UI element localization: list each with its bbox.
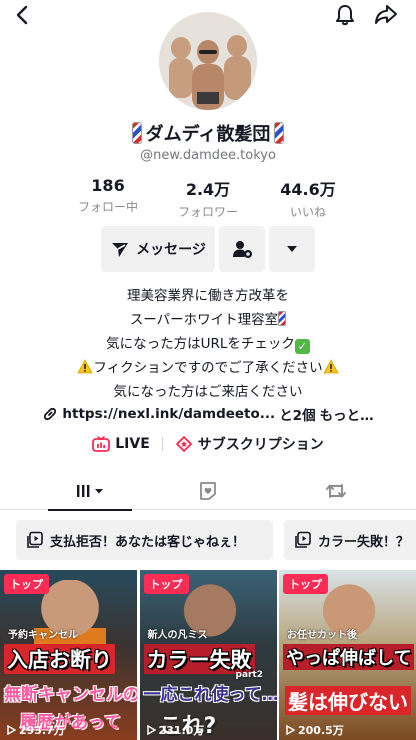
thumbnail-caption-big: やっぱ伸ばして bbox=[283, 644, 415, 670]
share-button[interactable] bbox=[371, 0, 401, 30]
tab-reposts[interactable] bbox=[318, 472, 354, 510]
pinned-badge: トップ bbox=[283, 574, 328, 594]
bio-link-row: https://nexl.ink/damdeeto... と2個 もっと… bbox=[0, 404, 416, 424]
view-count-value: 200.5万 bbox=[298, 724, 344, 737]
view-count: 293.7万 bbox=[6, 722, 65, 738]
subscription-label: サブスクリプション bbox=[197, 437, 324, 453]
videos-tab-icon bbox=[77, 485, 103, 497]
pill-divider bbox=[161, 437, 163, 451]
profile-pills: LIVE サブスクリプション bbox=[0, 434, 416, 454]
bio-line: 気になった方はURLをチェック ✓ bbox=[0, 332, 416, 356]
bio-line: 理美容業界に働き方改革を bbox=[0, 284, 416, 308]
play-icon bbox=[7, 725, 16, 735]
stat-label: いいね bbox=[289, 205, 326, 219]
bio-text: スーパーホワイト理容室 bbox=[129, 312, 279, 328]
thumbnail-caption-small: 新人の凡ミス bbox=[147, 630, 208, 641]
add-friend-button[interactable] bbox=[219, 226, 265, 272]
thumbnail-caption-small: 予約キャンセル bbox=[8, 630, 78, 641]
favorites-tab-icon bbox=[200, 482, 216, 500]
link-icon bbox=[44, 407, 57, 421]
play-icon bbox=[146, 725, 156, 735]
thumbnail-caption-big: 入店お断り bbox=[4, 644, 115, 674]
thumbnail-caption-sub: 一応これ使って… bbox=[143, 685, 277, 705]
bio-text: 理美容業界に働き方改革を bbox=[127, 288, 289, 304]
message-label: メッセージ bbox=[136, 242, 206, 258]
bio-text: 気になった方はご来店ください bbox=[113, 384, 303, 400]
stat-value: 2.4万 bbox=[185, 180, 231, 199]
barber-pole-icon bbox=[278, 311, 287, 326]
subscription-icon bbox=[175, 436, 192, 452]
display-name-row: ダムディ散髪団 bbox=[0, 120, 416, 146]
playlists-row: 支払拒否！あなたは客じゃねぇ！ カラー失敗！？ bbox=[16, 520, 416, 560]
bio: 理美容業界に働き方改革を スーパーホワイト理容室 気になった方はURLをチェック… bbox=[0, 284, 416, 404]
playlist-label: 支払拒否！あなたは客じゃねぇ！ bbox=[50, 534, 246, 550]
bio-line: 気になった方はご来店ください bbox=[0, 380, 416, 404]
bio-line: スーパーホワイト理容室 bbox=[0, 308, 416, 332]
playlist-chip[interactable]: 支払拒否！あなたは客じゃねぇ！ bbox=[16, 520, 273, 560]
pinned-badge: トップ bbox=[4, 574, 49, 594]
add-friend-icon bbox=[233, 241, 252, 258]
thumbnail-caption-sub: 無断キャンセルの bbox=[4, 685, 137, 705]
repost-tab-icon bbox=[326, 484, 346, 498]
playlist-label: カラー失敗！？ bbox=[318, 534, 410, 550]
pinned-badge: トップ bbox=[143, 574, 189, 594]
subscription-button[interactable]: サブスクリプション bbox=[175, 434, 324, 454]
dropdown-icon bbox=[287, 246, 297, 252]
tab-favorites[interactable] bbox=[190, 472, 226, 510]
tab-videos[interactable] bbox=[48, 472, 132, 511]
video-thumbnail[interactable]: トップ お任せカット後 やっぱ伸ばして 髪は伸びない 200.5万 bbox=[279, 570, 416, 740]
thumbnail-caption-sub: 髪は伸びない bbox=[285, 686, 411, 715]
thumbnail-caption-tag: part2 bbox=[235, 670, 264, 680]
profile-tabs bbox=[0, 472, 416, 511]
barber-pole-icon bbox=[274, 122, 285, 144]
stat-value: 44.6万 bbox=[280, 180, 336, 199]
profile-stats: 186 フォロー中 2.4万 フォロワー 44.6万 いいね bbox=[58, 176, 358, 219]
warning-icon bbox=[322, 359, 339, 374]
username: @new.damdee.tokyo bbox=[140, 148, 276, 163]
barber-pole-icon bbox=[131, 122, 142, 144]
active-tab-indicator bbox=[48, 509, 132, 511]
send-icon bbox=[112, 243, 129, 257]
avatar-image bbox=[159, 12, 257, 110]
bio-text: フィクションですのでご了承ください bbox=[93, 360, 323, 376]
live-icon bbox=[92, 436, 111, 452]
view-count-value: 293.7万 bbox=[19, 724, 65, 737]
view-count: 200.5万 bbox=[285, 722, 344, 738]
playlist-icon bbox=[27, 531, 43, 548]
video-grid: トップ 予約キャンセル 入店お断り 無断キャンセルの 履歴があって 293.7万… bbox=[0, 570, 416, 740]
more-options-button[interactable] bbox=[269, 226, 315, 272]
bio-line: フィクションですのでご了承ください bbox=[0, 356, 416, 380]
display-name: ダムディ散髪団 bbox=[145, 124, 271, 145]
stat-value: 186 bbox=[91, 176, 125, 195]
back-icon bbox=[16, 5, 28, 25]
playlist-chip[interactable]: カラー失敗！？ bbox=[284, 520, 416, 560]
stat-label: フォロワー bbox=[177, 205, 238, 219]
bell-icon bbox=[336, 5, 354, 26]
bio-text: 気になった方はURLをチェック bbox=[106, 336, 295, 352]
video-thumbnail[interactable]: トップ 予約キャンセル 入店お断り 無断キャンセルの 履歴があって 293.7万 bbox=[0, 570, 137, 740]
bio-link-extra[interactable]: と2個 bbox=[279, 404, 315, 424]
back-button[interactable] bbox=[8, 0, 38, 30]
stat-followers[interactable]: 2.4万 フォロワー bbox=[158, 176, 258, 219]
bio-more-link[interactable]: もっと… bbox=[320, 404, 374, 424]
play-icon bbox=[286, 725, 295, 735]
stat-label: フォロー中 bbox=[77, 200, 138, 214]
notifications-button[interactable] bbox=[330, 0, 360, 30]
avatar[interactable] bbox=[159, 12, 257, 110]
view-count-value: 231.0万 bbox=[158, 724, 205, 737]
video-thumbnail[interactable]: トップ 新人の凡ミス カラー失敗 part2 一応これ使って… これ? 231.… bbox=[139, 570, 277, 740]
bio-link[interactable]: https://nexl.ink/damdeeto... bbox=[62, 406, 275, 422]
live-button[interactable]: LIVE bbox=[92, 436, 150, 452]
stat-likes[interactable]: 44.6万 いいね bbox=[258, 176, 358, 219]
thumbnail-caption-small: お任せカット後 bbox=[287, 630, 357, 641]
view-count: 231.0万 bbox=[146, 722, 205, 738]
message-button[interactable]: メッセージ bbox=[101, 226, 215, 272]
warning-icon bbox=[77, 359, 94, 374]
stat-following[interactable]: 186 フォロー中 bbox=[58, 176, 158, 216]
profile-actions: メッセージ bbox=[101, 226, 315, 272]
playlist-icon bbox=[295, 531, 311, 548]
check-mark-icon: ✓ bbox=[294, 339, 310, 354]
live-label: LIVE bbox=[115, 436, 150, 452]
share-icon bbox=[375, 5, 397, 24]
